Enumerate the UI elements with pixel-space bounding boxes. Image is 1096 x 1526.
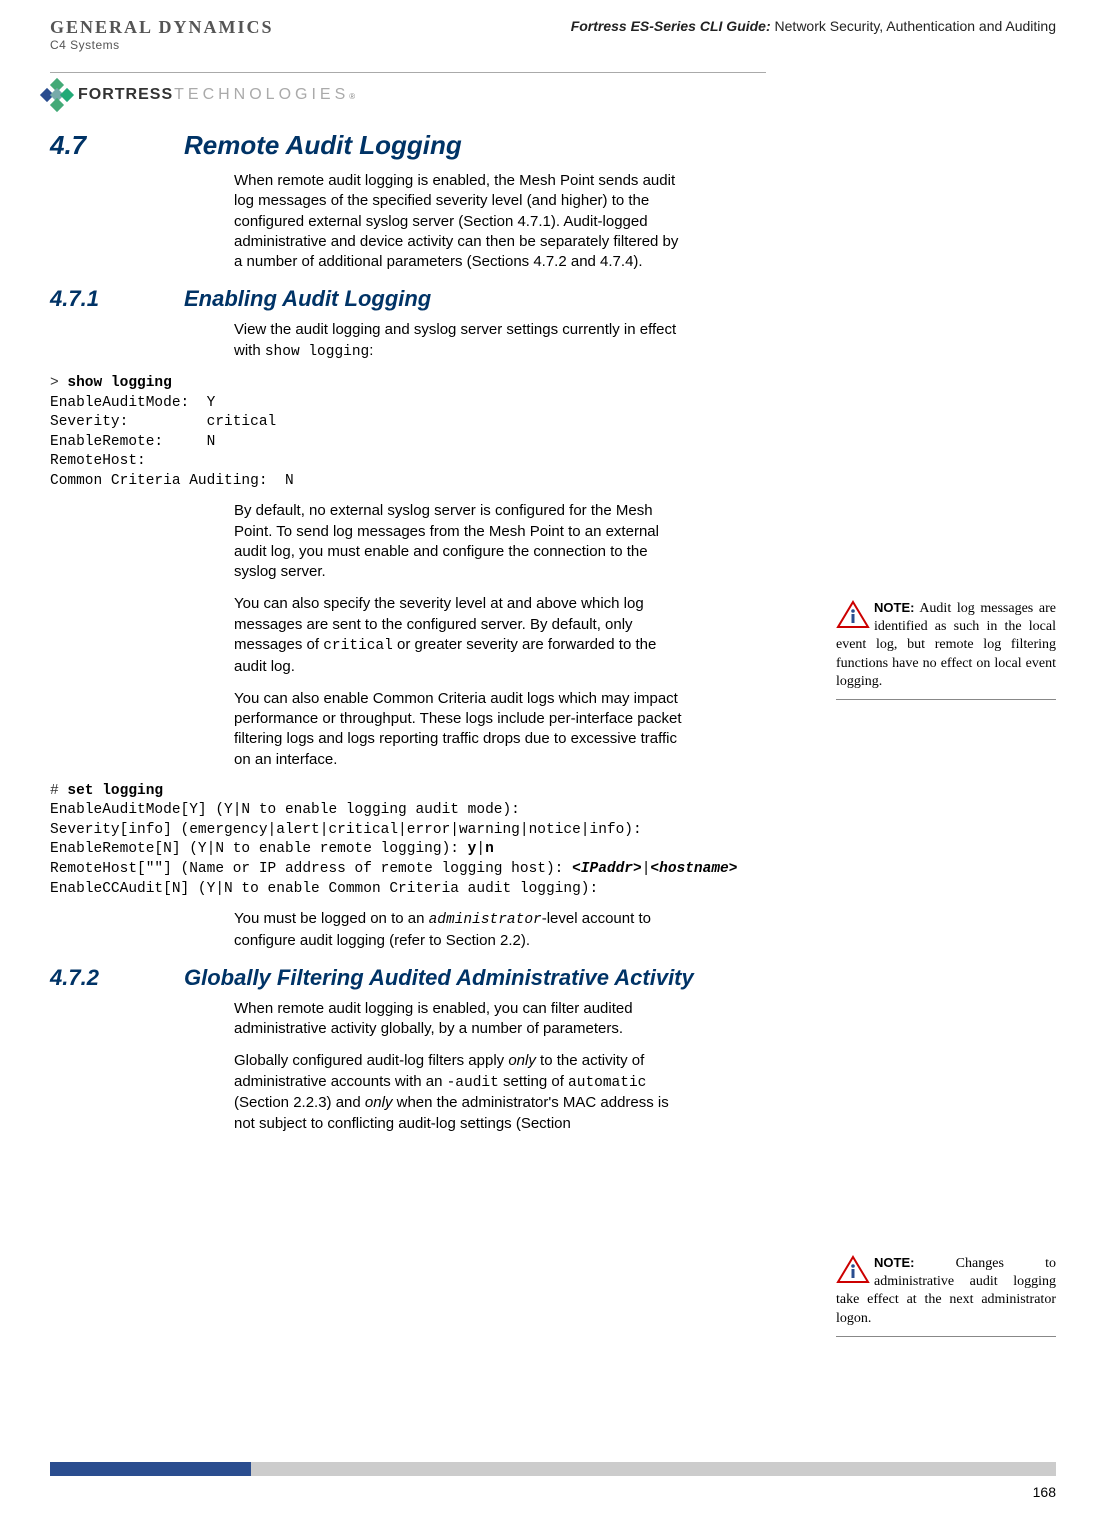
page-number: 168 bbox=[1033, 1484, 1056, 1500]
page-header: GENERAL DYNAMICS C4 Systems Fortress ES-… bbox=[50, 18, 1056, 52]
fortress-light: TECHNOLOGIES bbox=[174, 86, 349, 104]
body-4-7-1c: You must be logged on to an administrato… bbox=[234, 909, 684, 951]
header-title-bold: Fortress ES-Series CLI Guide: bbox=[571, 18, 771, 34]
header-divider bbox=[50, 72, 766, 73]
heading-title: Enabling Audit Logging bbox=[184, 286, 1056, 312]
gd-logo-sub: C4 Systems bbox=[50, 38, 274, 52]
code-show-logging: > show logging EnableAuditMode: Y Severi… bbox=[50, 374, 1056, 491]
gd-logo-main: GENERAL DYNAMICS bbox=[50, 18, 274, 36]
sidenote-audit-log: NOTE: Audit log messages are identified … bbox=[836, 600, 1056, 700]
note-label: NOTE: bbox=[874, 600, 914, 615]
paragraph: View the audit logging and syslog server… bbox=[234, 320, 684, 362]
gd-logo: GENERAL DYNAMICS C4 Systems bbox=[50, 18, 274, 52]
header-title: Fortress ES-Series CLI Guide: Network Se… bbox=[571, 18, 1056, 34]
sidenote-changes: NOTE: Changes to administrative audit lo… bbox=[836, 1255, 1056, 1337]
paragraph: By default, no external syslog server is… bbox=[234, 501, 684, 582]
warning-info-icon bbox=[836, 1255, 870, 1285]
heading-num: 4.7.1 bbox=[50, 286, 184, 312]
paragraph: You can also enable Common Criteria audi… bbox=[234, 689, 684, 770]
paragraph: You can also specify the severity level … bbox=[234, 594, 684, 676]
heading-4-7-1: 4.7.1 Enabling Audit Logging bbox=[50, 286, 1056, 312]
heading-num: 4.7.2 bbox=[50, 965, 184, 991]
paragraph: When remote audit logging is enabled, yo… bbox=[234, 999, 684, 1040]
fortress-logo: FORTRESSTECHNOLOGIES® bbox=[42, 80, 355, 110]
fortress-text: FORTRESSTECHNOLOGIES® bbox=[78, 86, 355, 104]
heading-4-7-2: 4.7.2 Globally Filtering Audited Adminis… bbox=[50, 965, 1056, 991]
heading-title: Globally Filtering Audited Administrativ… bbox=[184, 965, 1056, 991]
footer-bar bbox=[50, 1462, 1056, 1476]
paragraph: Globally configured audit-log filters ap… bbox=[234, 1051, 684, 1133]
body-4-7: When remote audit logging is enabled, th… bbox=[234, 171, 684, 272]
body-4-7-1b: By default, no external syslog server is… bbox=[234, 501, 684, 769]
warning-info-icon bbox=[836, 600, 870, 630]
fortress-bold: FORTRESS bbox=[78, 86, 173, 104]
body-4-7-1a: View the audit logging and syslog server… bbox=[234, 320, 684, 362]
heading-title: Remote Audit Logging bbox=[184, 130, 462, 161]
heading-4-7: 4.7 Remote Audit Logging bbox=[50, 130, 1056, 161]
paragraph: When remote audit logging is enabled, th… bbox=[234, 171, 684, 272]
registered-mark: ® bbox=[349, 92, 355, 101]
fortress-diamond-icon bbox=[42, 80, 72, 110]
page-content: 4.7 Remote Audit Logging When remote aud… bbox=[50, 130, 1056, 1146]
note-label: NOTE: bbox=[874, 1255, 914, 1270]
header-title-rest: Network Security, Authentication and Aud… bbox=[771, 18, 1056, 34]
paragraph: You must be logged on to an administrato… bbox=[234, 909, 684, 951]
code-set-logging: # set logging EnableAuditMode[Y] (Y|N to… bbox=[50, 782, 1056, 899]
body-4-7-2: When remote audit logging is enabled, yo… bbox=[234, 999, 684, 1134]
heading-num: 4.7 bbox=[50, 130, 184, 161]
